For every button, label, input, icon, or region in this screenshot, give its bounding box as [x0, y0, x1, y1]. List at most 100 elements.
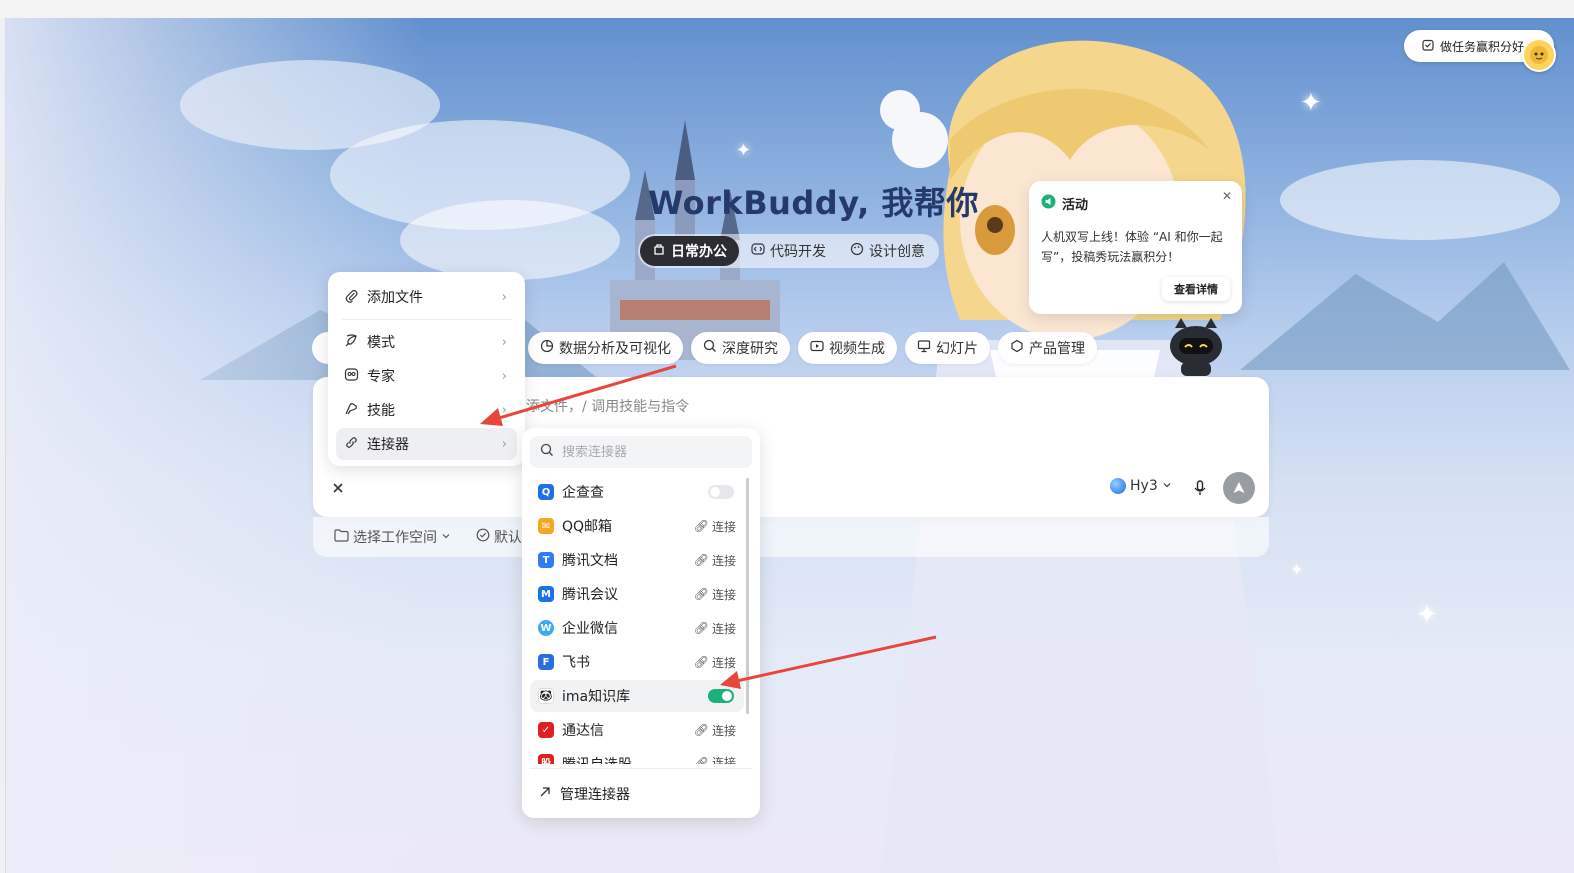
connector-item-qichacha[interactable]: Q 企查查	[530, 476, 744, 508]
connect-button[interactable]: 🔗︎ 连接	[694, 586, 736, 603]
menu-item-skill[interactable]: 技能 ›	[336, 394, 517, 426]
model-selector[interactable]: Hy3	[1110, 478, 1172, 494]
wecom-icon: W	[538, 620, 554, 636]
connect-label: 连接	[711, 519, 736, 534]
connector-label: 通达信	[562, 723, 604, 739]
mascot-avatar-icon[interactable]	[1522, 38, 1556, 72]
menu-item-add-file[interactable]: 添加文件 ›	[336, 281, 517, 313]
link-icon: 🔗︎	[693, 621, 709, 635]
tab-daily-office[interactable]: 日常办公	[640, 236, 739, 266]
menu-item-label: 技能	[367, 403, 395, 419]
connect-button[interactable]: 🔗︎ 连接	[694, 654, 736, 671]
connector-label: QQ邮箱	[562, 519, 613, 535]
tab-label: 代码开发	[770, 244, 826, 260]
qichacha-icon: Q	[538, 484, 554, 500]
connect-button[interactable]: 🔗︎ 连接	[694, 722, 736, 739]
connector-label: ima知识库	[562, 689, 631, 705]
connector-submenu: Q 企查查 ✉ QQ邮箱 🔗︎连接 T 腾讯文档 🔗︎连接 M 腾讯会议 🔗︎连…	[522, 428, 760, 818]
model-globe-icon	[1110, 478, 1126, 494]
chip-label: 深度研究	[722, 341, 778, 357]
connect-button[interactable]: 🔗︎ 连接	[694, 552, 736, 569]
mode-icon	[344, 333, 359, 352]
default-selector[interactable]: 默认	[476, 527, 521, 547]
close-icon[interactable]: ✕	[1222, 189, 1232, 203]
connector-item-tongdaxin[interactable]: ✓ 通达信 🔗︎ 连接	[530, 714, 744, 746]
feishu-icon: F	[538, 654, 554, 670]
connector-search[interactable]	[530, 436, 752, 468]
tab-code-dev[interactable]: 代码开发	[739, 236, 838, 266]
chip-label: 幻灯片	[936, 341, 978, 357]
chip-label: 视频生成	[829, 341, 885, 357]
expert-icon	[344, 367, 359, 386]
close-icon[interactable]	[326, 476, 350, 500]
page-title: WorkBuddy, 我帮你	[648, 184, 979, 222]
manage-connectors-label: 管理连接器	[560, 787, 630, 803]
menu-item-label: 模式	[367, 335, 395, 351]
connect-button[interactable]: 🔗︎ 连接	[694, 754, 736, 765]
connect-button[interactable]: 🔗︎ 连接	[694, 620, 736, 637]
chevron-right-icon: ›	[501, 436, 507, 452]
tab-label: 设计创意	[869, 244, 925, 260]
view-details-button[interactable]: 查看详情	[1162, 277, 1230, 301]
link-icon: 🔗︎	[693, 723, 709, 737]
robot-mascot-icon[interactable]	[1165, 318, 1227, 378]
model-name: Hy3	[1130, 478, 1158, 494]
chat-input-placeholder[interactable]: 添文件，/ 调用技能与指令	[526, 396, 689, 416]
popup-body: 人机双写上线！体验 “AI 和你一起写”，投稿秀玩法赢积分！	[1041, 230, 1223, 264]
chip-product-mgmt[interactable]: 产品管理	[998, 332, 1097, 364]
connector-item-ima[interactable]: 🐼︎ ima知识库	[530, 680, 744, 712]
workspace-selector[interactable]: 选择工作空间	[334, 527, 451, 547]
menu-item-mode[interactable]: 模式 ›	[336, 326, 517, 358]
product-icon	[1010, 339, 1024, 357]
connector-item-tencent-meeting[interactable]: M 腾讯会议 🔗︎ 连接	[530, 578, 744, 610]
tencent-docs-icon: T	[538, 552, 554, 568]
connector-label: 企业微信	[562, 621, 618, 637]
connect-label: 连接	[711, 553, 736, 568]
chevron-right-icon: ›	[501, 334, 507, 350]
menu-item-label: 添加文件	[367, 290, 423, 306]
folder-icon	[334, 528, 349, 546]
connector-item-qqmail[interactable]: ✉ QQ邮箱 🔗︎ 连接	[530, 510, 744, 542]
task-points-label: 做任务赢积分好	[1440, 39, 1525, 54]
chip-slides[interactable]: 幻灯片	[905, 332, 990, 364]
video-icon	[810, 339, 824, 357]
connector-item-feishu[interactable]: F 飞书 🔗︎ 连接	[530, 646, 744, 678]
connector-label: 腾讯会议	[562, 587, 618, 603]
menu-item-connector[interactable]: 连接器 ›	[336, 428, 517, 460]
search-icon	[703, 339, 717, 357]
menu-item-expert[interactable]: 专家 ›	[336, 360, 517, 392]
microphone-icon[interactable]	[1190, 478, 1210, 498]
code-icon	[751, 242, 765, 260]
panda-icon: 🐼︎	[538, 688, 554, 704]
send-button[interactable]	[1223, 472, 1255, 504]
connector-label: 企查查	[562, 485, 604, 501]
connect-button[interactable]: 🔗︎ 连接	[694, 518, 736, 535]
connector-toggle[interactable]	[708, 689, 734, 703]
megaphone-icon	[1041, 194, 1056, 213]
manage-connectors-button[interactable]: 管理连接器	[530, 778, 744, 810]
chevron-right-icon: ›	[501, 402, 507, 418]
chevron-right-icon: ›	[501, 289, 507, 305]
default-label: 默认	[494, 530, 521, 546]
popup-title-text: 活动	[1062, 198, 1089, 213]
link-icon	[344, 435, 359, 454]
submenu-scrollbar[interactable]	[746, 478, 749, 714]
connector-item-wecom[interactable]: W 企业微信 🔗︎ 连接	[530, 612, 744, 644]
chip-deep-research[interactable]: 深度研究	[691, 332, 790, 364]
connect-label: 连接	[711, 756, 736, 764]
link-icon: 🔗︎	[693, 587, 709, 601]
chip-data-analysis[interactable]: 数据分析及可视化	[528, 332, 683, 364]
connector-toggle[interactable]	[708, 485, 734, 499]
connector-item-tencent-stock[interactable]: 股 腾讯自选股 🔗︎连接	[530, 748, 744, 764]
chip-video-gen[interactable]: 视频生成	[798, 332, 897, 364]
palette-icon	[850, 242, 864, 260]
add-context-menu: 添加文件 › 模式 › 专家 › 技能 › 连接器 ›	[328, 272, 525, 466]
popup-title: 活动	[1041, 194, 1088, 213]
connector-search-input[interactable]	[562, 444, 732, 460]
connect-label: 连接	[711, 587, 736, 602]
connect-label: 连接	[711, 621, 736, 636]
connector-item-tencent-docs[interactable]: T 腾讯文档 🔗︎ 连接	[530, 544, 744, 576]
tab-design-creative[interactable]: 设计创意	[838, 236, 937, 266]
chip-label: 数据分析及可视化	[559, 341, 671, 357]
link-icon: 🔗︎	[693, 519, 709, 533]
